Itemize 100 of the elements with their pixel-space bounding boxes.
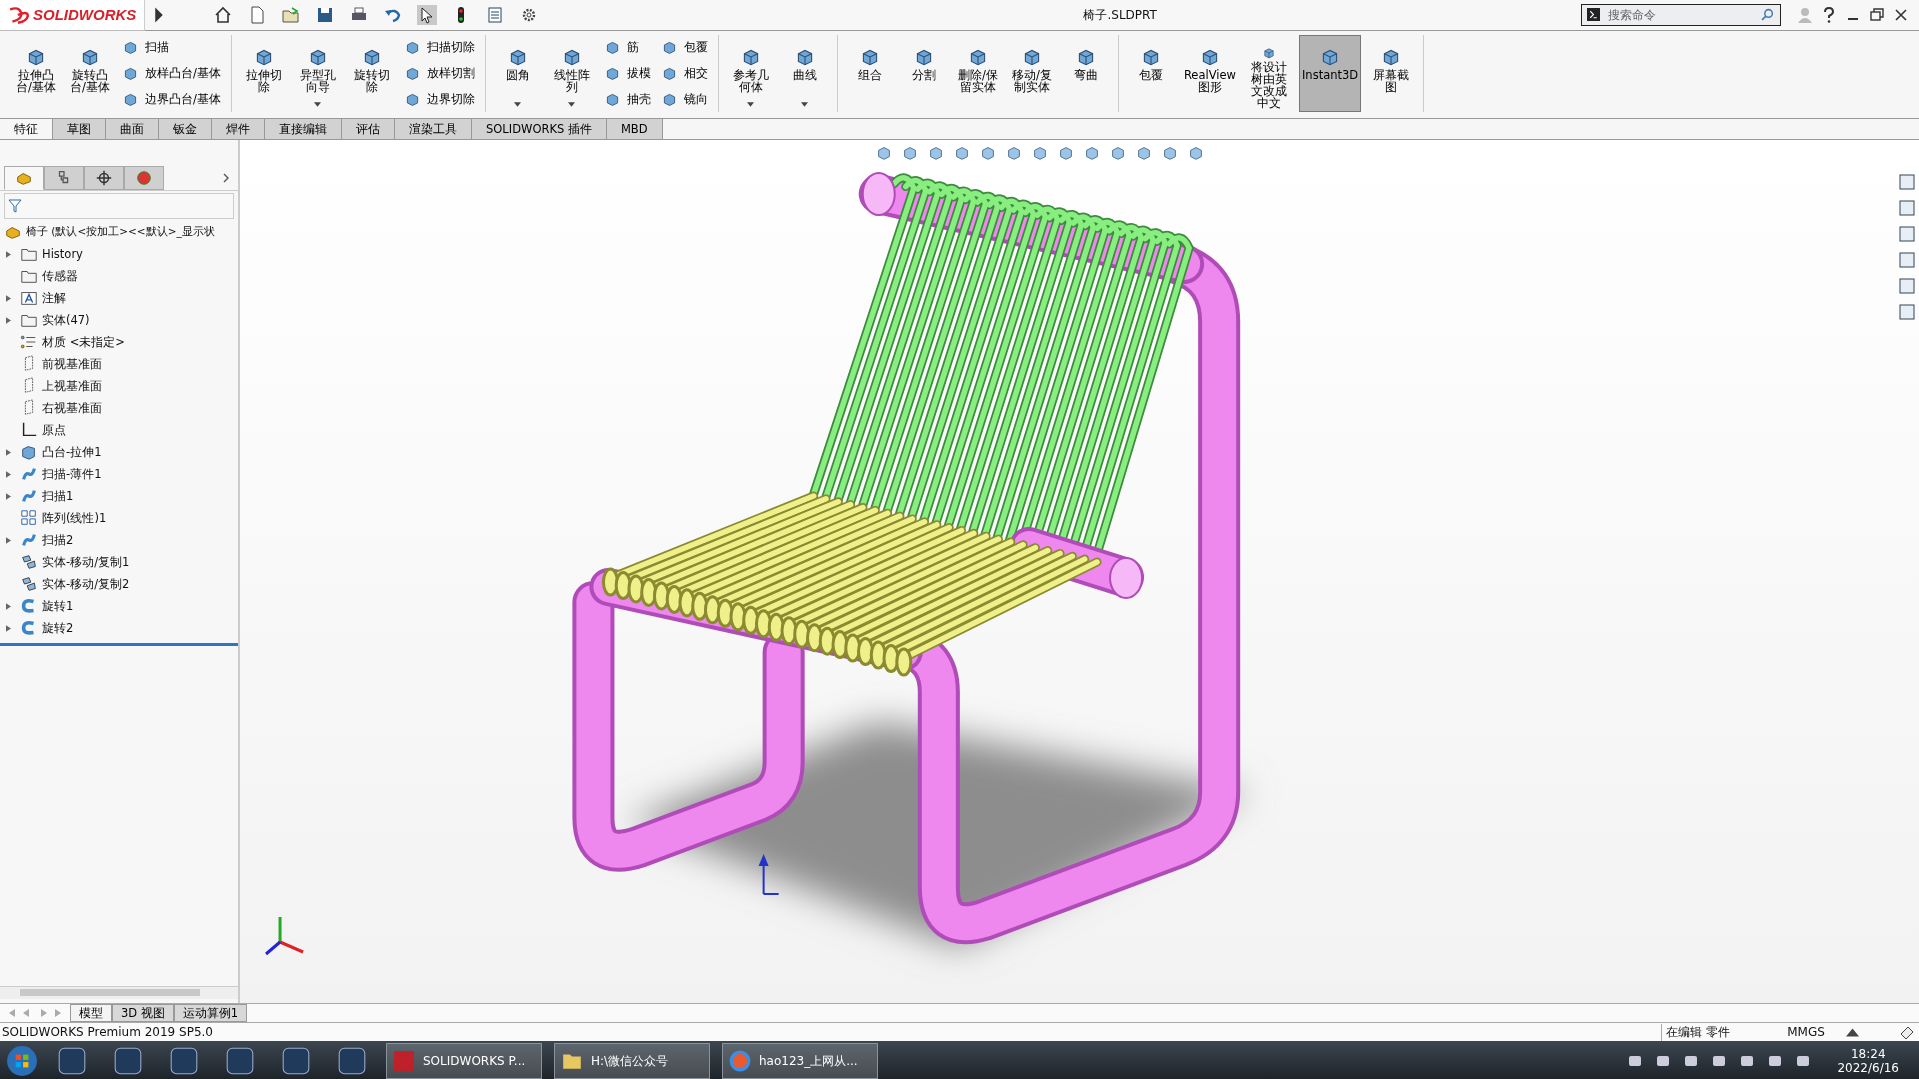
command-tab[interactable]: 曲面 xyxy=(106,119,159,139)
app-icon xyxy=(393,1050,415,1072)
tree-item[interactable]: 旋转2 xyxy=(42,620,74,636)
taskbar-button[interactable]: H:\微信公众号 xyxy=(554,1043,710,1079)
ribbon-button[interactable]: Instant3D xyxy=(1298,35,1362,112)
ribbon-button[interactable]: 镜向 xyxy=(658,89,710,109)
tree-item[interactable]: 前视基准面 xyxy=(42,356,102,372)
command-tab[interactable]: 评估 xyxy=(342,119,395,139)
dropdown-caret-icon xyxy=(747,102,755,107)
tree-item[interactable]: 传感器 xyxy=(42,268,78,284)
ribbon-button[interactable]: RealView图形 xyxy=(1180,35,1239,112)
filter-field[interactable] xyxy=(4,193,234,219)
ribbon-button[interactable]: 弯曲 xyxy=(1061,35,1110,112)
ribbon-button[interactable]: 抽壳 xyxy=(601,89,653,109)
expand-arrow-icon[interactable] xyxy=(5,470,11,478)
ribbon-button[interactable]: 扫描 xyxy=(120,38,223,58)
expand-arrow-icon[interactable] xyxy=(5,492,11,500)
ribbon-button[interactable]: 删除/保留实体 xyxy=(953,35,1002,112)
bottom-tab[interactable]: 模型 xyxy=(70,1004,112,1022)
ribbon-button[interactable]: 包覆 xyxy=(658,38,710,58)
tree-item[interactable]: 实体-移动/复制1 xyxy=(42,554,130,570)
tree-item[interactable]: 材质 <未指定> xyxy=(42,334,125,350)
ribbon-button[interactable]: 移动/复制实体 xyxy=(1007,35,1056,112)
scrollbar[interactable] xyxy=(0,986,238,999)
ribbon-button[interactable]: 扫描切除 xyxy=(401,38,477,58)
ribbon-button[interactable]: 曲线 xyxy=(780,35,829,112)
ribbon-button[interactable]: 圆角 xyxy=(493,35,542,112)
ribbon-button[interactable]: 线性阵列 xyxy=(547,35,596,112)
logo-icon xyxy=(8,5,30,24)
panel-tab[interactable] xyxy=(84,166,124,190)
chevron-icon[interactable] xyxy=(222,172,230,184)
expand-arrow-icon[interactable] xyxy=(5,602,11,610)
command-tab[interactable]: 直接编辑 xyxy=(265,119,342,139)
ribbon-button[interactable]: 组合 xyxy=(845,35,894,112)
tree-item[interactable]: 椅子 (默认<按加工><<默认>_显示状 xyxy=(26,225,215,239)
start-button[interactable] xyxy=(6,1045,38,1077)
ribbon-button[interactable]: 边界凸台/基体 xyxy=(120,89,223,109)
axis-triad-icon xyxy=(265,917,304,956)
ribbon-button[interactable]: 参考几何体 xyxy=(726,35,775,112)
tree-item[interactable]: 实体(47) xyxy=(42,312,90,328)
ribbon-button[interactable]: 分割 xyxy=(899,35,948,112)
command-tab[interactable]: SOLIDWORKS 插件 xyxy=(472,119,607,139)
tree-item[interactable]: 上视基准面 xyxy=(42,378,102,394)
ribbon-button[interactable]: 屏幕截图 xyxy=(1367,35,1416,112)
taskbar-button[interactable]: SOLIDWORKS P... xyxy=(386,1043,542,1079)
ribbon-button[interactable]: 旋转切除 xyxy=(347,35,396,112)
expand-arrow-icon[interactable] xyxy=(5,536,11,544)
tree-item[interactable]: 扫描2 xyxy=(42,532,74,548)
tree-item[interactable]: 旋转1 xyxy=(42,598,74,614)
command-tab[interactable]: MBD xyxy=(606,119,663,139)
cube-icon xyxy=(122,39,139,57)
app-logo[interactable]: SOLIDWORKS xyxy=(0,0,146,31)
tree-item[interactable]: 阵列(线性)1 xyxy=(42,510,107,526)
axes-icon xyxy=(20,421,38,439)
material-icon xyxy=(20,333,38,351)
open-folder-icon[interactable] xyxy=(281,5,302,25)
units-selector[interactable]: MMGS xyxy=(1776,1025,1836,1039)
tree-item[interactable]: 原点 xyxy=(42,422,66,438)
ribbon-button[interactable]: 边界切除 xyxy=(401,89,477,109)
expand-arrow-icon[interactable] xyxy=(5,250,11,258)
ribbon-button[interactable]: 拉伸切除 xyxy=(239,35,288,112)
bottom-tab[interactable]: 运动算例1 xyxy=(173,1004,248,1022)
tree-item[interactable]: 右视基准面 xyxy=(42,400,102,416)
ribbon-button[interactable]: 放样凸台/基体 xyxy=(120,64,223,83)
tree-item[interactable]: 注解 xyxy=(42,290,66,306)
command-tab[interactable]: 草图 xyxy=(53,119,106,139)
panel-tab[interactable] xyxy=(124,166,164,190)
ribbon-button[interactable]: 相交 xyxy=(658,64,710,83)
command-tab[interactable]: 渲染工具 xyxy=(395,119,472,139)
dropdown-caret-icon xyxy=(801,102,809,107)
ribbon-button[interactable]: 筋 xyxy=(601,38,653,58)
status-text: SOLIDWORKS Premium 2019 SP5.0 xyxy=(2,1025,213,1039)
tree-item[interactable]: 扫描1 xyxy=(42,488,74,504)
panel-tab[interactable] xyxy=(44,166,84,190)
ribbon-button[interactable]: 将设计树由英文改成中文 xyxy=(1244,35,1293,112)
move-icon xyxy=(20,575,38,593)
ribbon-button[interactable]: 放样切割 xyxy=(401,64,477,83)
up-caret-icon[interactable] xyxy=(1846,1025,1859,1039)
dropdown-caret-icon xyxy=(514,102,522,107)
tree-item[interactable]: 扫描-薄件1 xyxy=(42,466,102,482)
command-tab[interactable]: 焊件 xyxy=(212,119,265,139)
panel-tab[interactable] xyxy=(4,166,44,190)
expand-arrow-icon[interactable] xyxy=(5,316,11,324)
ribbon-button[interactable]: 旋转凸台/基体 xyxy=(66,35,114,112)
expand-arrow-icon[interactable] xyxy=(5,294,11,302)
search-field[interactable]: 搜索命令 xyxy=(1581,4,1781,26)
ribbon-button[interactable]: 异型孔向导 xyxy=(293,35,342,112)
ribbon-button[interactable]: 拔模 xyxy=(601,64,653,83)
taskbar-button[interactable]: hao123_上网从... xyxy=(722,1043,878,1079)
tree-item[interactable]: 实体-移动/复制2 xyxy=(42,576,130,592)
expand-arrow-icon[interactable] xyxy=(5,624,11,632)
tree-item[interactable]: History xyxy=(42,247,83,261)
tube-icon xyxy=(20,531,38,549)
ribbon-button[interactable]: 拉伸凸台/基体 xyxy=(12,35,60,112)
cube-icon[interactable] xyxy=(1031,144,1049,162)
bottom-tab[interactable]: 3D 视图 xyxy=(112,1004,174,1022)
command-tab[interactable]: 钣金 xyxy=(159,119,212,139)
ribbon-button[interactable]: 包覆 xyxy=(1126,35,1175,112)
tree-item[interactable]: 凸台-拉伸1 xyxy=(42,444,102,460)
expand-arrow-icon[interactable] xyxy=(5,448,11,456)
